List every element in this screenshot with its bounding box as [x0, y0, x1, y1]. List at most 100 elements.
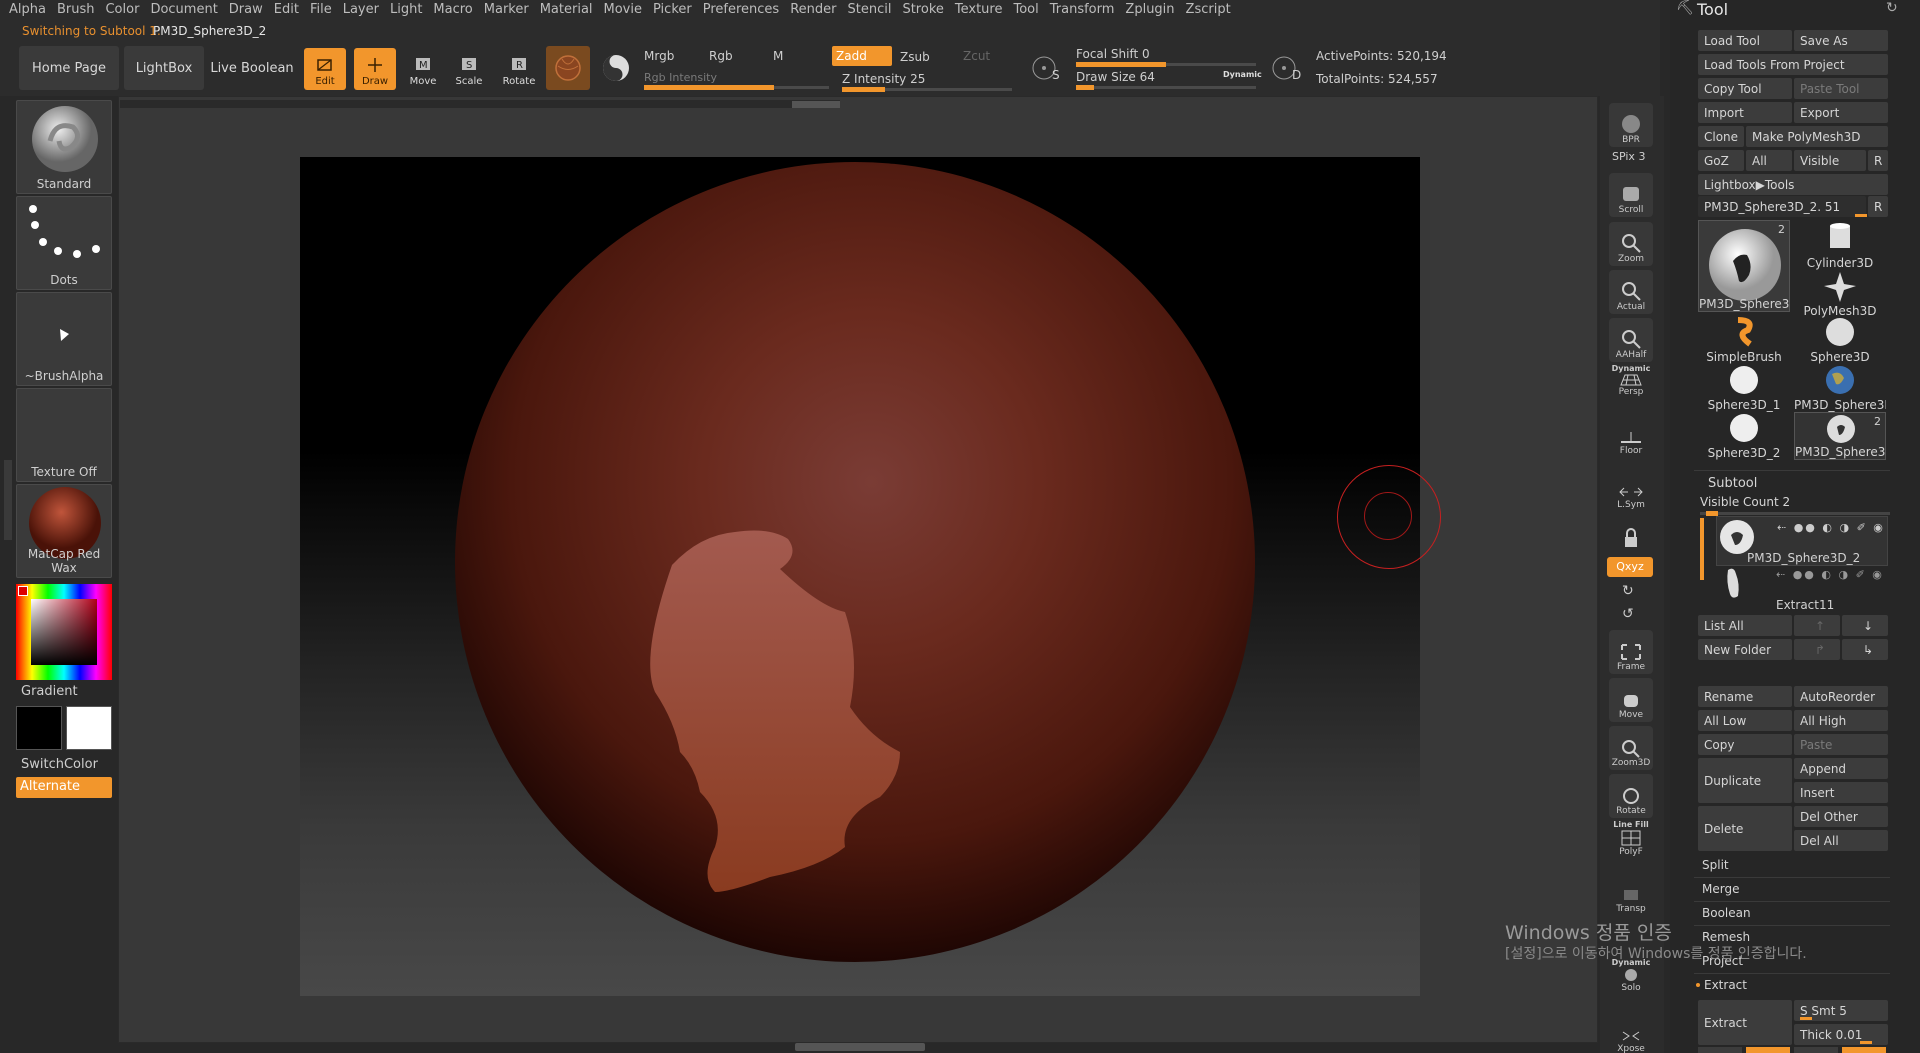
move-down-button[interactable]: ↓ — [1842, 615, 1888, 636]
tool-item-pm3d-sphere-earth[interactable]: PM3D_Sphere3D — [1794, 364, 1886, 412]
draw-size-slider[interactable] — [1076, 85, 1256, 90]
lightbox-button[interactable]: LightBox — [124, 46, 204, 90]
tool-item-sphere3d-1[interactable]: Sphere3D_1 — [1698, 364, 1790, 412]
move-button[interactable]: M Move — [402, 48, 444, 90]
move-folder-down-button[interactable]: ↳ — [1842, 639, 1888, 660]
menu-transform[interactable]: Transform — [1050, 2, 1115, 17]
delete-button[interactable]: Delete — [1698, 806, 1792, 851]
subtool-scroll-indicator[interactable] — [1700, 518, 1704, 580]
gradient-label[interactable]: Gradient — [21, 684, 78, 699]
menu-tool[interactable]: Tool — [1013, 2, 1038, 17]
menu-brush[interactable]: Brush — [57, 2, 95, 17]
goz-r-button[interactable]: R — [1868, 150, 1888, 171]
menu-movie[interactable]: Movie — [604, 2, 642, 17]
goz-all-button[interactable]: All — [1746, 150, 1792, 171]
merge-section[interactable]: Merge — [1702, 882, 1739, 896]
menu-texture[interactable]: Texture — [955, 2, 1003, 17]
lightbox-tools-button[interactable]: Lightbox▶Tools — [1698, 174, 1888, 195]
alternate-button[interactable]: Alternate — [16, 777, 112, 798]
load-tools-from-project-button[interactable]: Load Tools From Project — [1698, 54, 1888, 75]
edit-button[interactable]: Edit — [304, 48, 346, 90]
left-tray-handle[interactable] — [4, 460, 12, 540]
tool-item-sphere3d-2[interactable]: Sphere3D_2 — [1698, 412, 1790, 460]
spix-label[interactable]: SPix 3 — [1612, 150, 1645, 163]
menu-material[interactable]: Material — [540, 2, 593, 17]
menu-zplugin[interactable]: Zplugin — [1125, 2, 1174, 17]
menu-stencil[interactable]: Stencil — [847, 2, 891, 17]
extract-option-4[interactable] — [1842, 1047, 1886, 1053]
draw-button[interactable]: Draw — [354, 48, 396, 90]
rotate-view-button[interactable]: Rotate — [1609, 774, 1653, 818]
zoom3d-button[interactable]: Zoom3D — [1609, 726, 1653, 770]
move-folder-up-button[interactable]: ↱ — [1794, 639, 1840, 660]
switch-color-button[interactable]: SwitchColor — [21, 757, 98, 772]
polyf-button[interactable]: Line Fill PolyF — [1609, 820, 1653, 864]
append-button[interactable]: Append — [1794, 758, 1888, 779]
menu-render[interactable]: Render — [790, 2, 836, 17]
current-tool-slider[interactable]: PM3D_Sphere3D_2. 51 — [1698, 196, 1866, 217]
m-toggle[interactable]: M — [773, 49, 783, 63]
subtool-copy-button[interactable]: Copy — [1698, 734, 1792, 755]
current-tool-r-button[interactable]: R — [1868, 196, 1888, 217]
actual-button[interactable]: Actual — [1609, 270, 1653, 314]
tool-item-simplebrush[interactable]: SimpleBrush — [1698, 316, 1790, 364]
polypaint-toggle-button[interactable] — [596, 48, 636, 88]
subtool-item-active[interactable]: ⇠ ●● ◐ ◑ ✐ ◉ PM3D_Sphere3D_2 — [1716, 516, 1888, 566]
persp-button[interactable]: Dynamic Persp — [1609, 364, 1653, 408]
bpr-button[interactable]: BPR — [1609, 103, 1653, 147]
material-toggle-button[interactable] — [546, 46, 590, 90]
tool-palette-title[interactable]: Tool — [1697, 0, 1728, 19]
rename-button[interactable]: Rename — [1698, 686, 1792, 707]
menu-color[interactable]: Color — [105, 2, 139, 17]
secondary-color-swatch[interactable] — [16, 706, 62, 750]
del-other-button[interactable]: Del Other — [1794, 806, 1888, 827]
export-button[interactable]: Export — [1794, 102, 1888, 123]
document-canvas[interactable] — [300, 157, 1420, 996]
tool-item-pm3d-sphere-selected[interactable]: 2 PM3D_Sphere3D — [1698, 220, 1790, 312]
paste-tool-button[interactable]: Paste Tool — [1794, 78, 1888, 99]
color-saturation-square[interactable] — [31, 599, 97, 665]
save-as-button[interactable]: Save As — [1794, 30, 1888, 51]
subtool-paste-button[interactable]: Paste — [1794, 734, 1888, 755]
thick-slider[interactable]: Thick 0.01 — [1794, 1024, 1888, 1045]
subtool-item-toggles-2[interactable]: ⇠ ●● ◐ ◑ ✐ ◉ — [1776, 568, 1884, 581]
list-all-button[interactable]: List All — [1698, 615, 1792, 636]
copy-tool-button[interactable]: Copy Tool — [1698, 78, 1792, 99]
goz-visible-button[interactable]: Visible — [1794, 150, 1866, 171]
zcut-toggle[interactable]: Zcut — [963, 49, 990, 63]
autoreorder-button[interactable]: AutoReorder — [1794, 686, 1888, 707]
zsub-toggle[interactable]: Zsub — [900, 50, 930, 64]
scale-button[interactable]: S Scale — [448, 48, 490, 90]
live-boolean-button[interactable]: Live Boolean — [208, 46, 296, 90]
extract-option-1[interactable] — [1698, 1047, 1742, 1053]
duplicate-button[interactable]: Duplicate — [1698, 758, 1792, 803]
menu-document[interactable]: Document — [150, 2, 217, 17]
rgb-intensity-slider[interactable] — [644, 85, 829, 90]
goz-button[interactable]: GoZ — [1698, 150, 1744, 171]
y-rotation-icon[interactable]: ↻ — [1622, 583, 1634, 599]
lazy-mouse-s-button[interactable]: S — [1030, 50, 1066, 86]
all-low-button[interactable]: All Low — [1698, 710, 1792, 731]
sphere-mesh[interactable] — [300, 157, 1420, 996]
subtool-item-extract[interactable]: ⇠ ●● ◐ ◑ ✐ ◉ Extract11 — [1716, 566, 1888, 614]
menu-marker[interactable]: Marker — [484, 2, 529, 17]
menu-picker[interactable]: Picker — [653, 2, 692, 17]
move-up-button[interactable]: ↑ — [1794, 615, 1840, 636]
floor-button[interactable]: Floor — [1609, 414, 1653, 458]
xyz-rotation-button[interactable]: Qxyz — [1607, 557, 1653, 577]
tool-item-pm3d-sphere-2[interactable]: 2 PM3D_Sphere3D — [1794, 412, 1886, 460]
boolean-section[interactable]: Boolean — [1702, 906, 1751, 920]
z-rotation-icon[interactable]: ↺ — [1622, 606, 1634, 622]
subtool-title[interactable]: Subtool — [1708, 476, 1757, 491]
dynamic-size-toggle[interactable]: Dynamic — [1223, 70, 1262, 79]
extract-button[interactable]: Extract — [1698, 1000, 1792, 1045]
visible-count-label[interactable]: Visible Count 2 — [1700, 495, 1790, 509]
subtool-item-toggles[interactable]: ⇠ ●● ◐ ◑ ✐ ◉ — [1777, 521, 1885, 534]
split-section[interactable]: Split — [1702, 858, 1729, 872]
tool-item-sphere3d[interactable]: Sphere3D — [1794, 316, 1886, 364]
tool-item-polymesh3d[interactable]: PolyMesh3D — [1794, 270, 1886, 318]
menu-zscript[interactable]: Zscript — [1186, 2, 1231, 17]
extract-section[interactable]: Extract — [1704, 978, 1747, 992]
xpose-button[interactable]: Xpose — [1609, 1012, 1653, 1053]
insert-button[interactable]: Insert — [1794, 782, 1888, 803]
